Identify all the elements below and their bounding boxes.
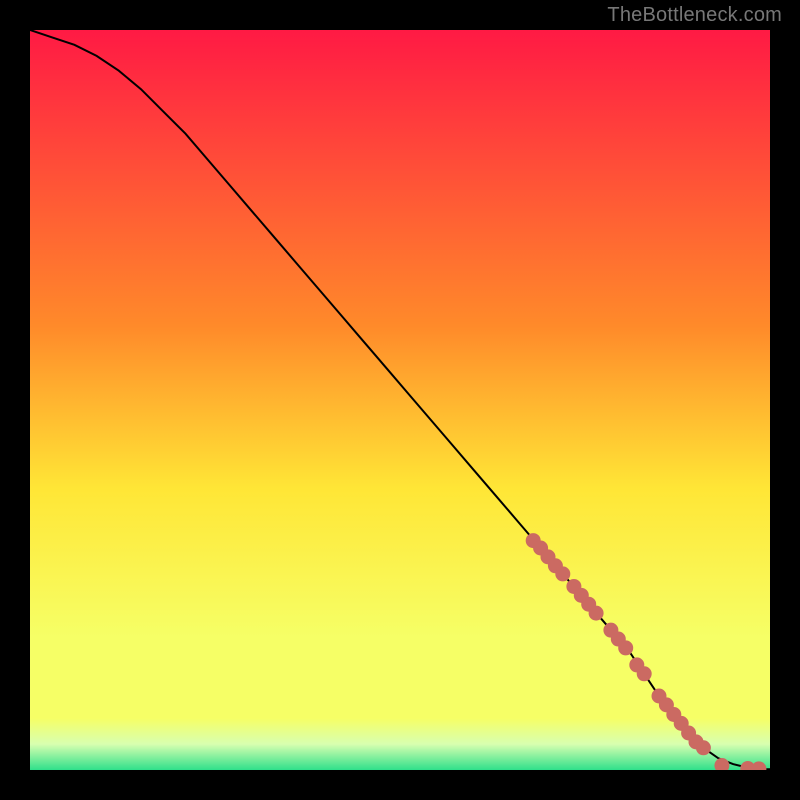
watermark-text: TheBottleneck.com [607, 4, 782, 27]
curve-marker [715, 759, 729, 770]
chart-container: TheBottleneck.com [0, 0, 800, 800]
curve-marker [619, 641, 633, 655]
curve-marker [589, 606, 603, 620]
curve-marker [637, 667, 651, 681]
curve-marker [556, 567, 570, 581]
plot-area [30, 30, 770, 770]
chart-svg [30, 30, 770, 770]
curve-marker [696, 741, 710, 755]
gradient-background [30, 30, 770, 770]
